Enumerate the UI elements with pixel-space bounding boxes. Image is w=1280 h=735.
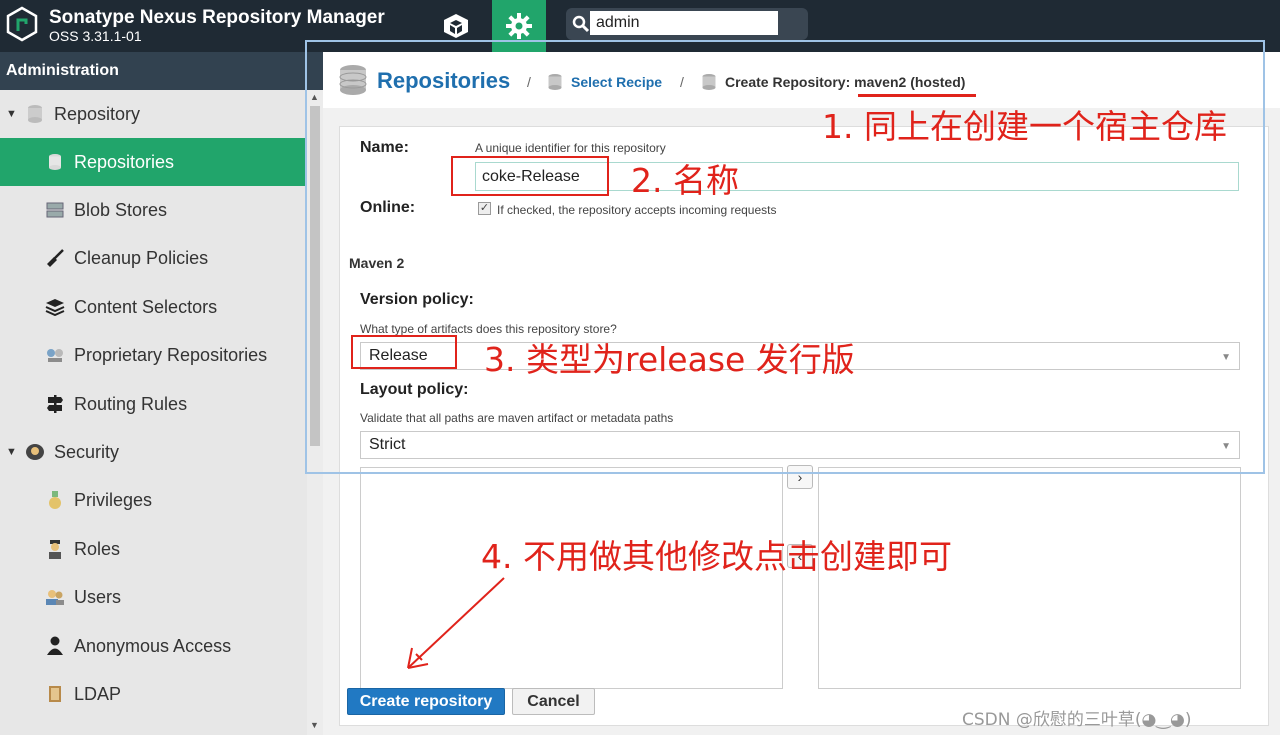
annotation-arrow-icon [407, 577, 505, 669]
scroll-thumb[interactable] [310, 106, 320, 446]
breadcrumb-current: Create Repository: maven2 (hosted) [725, 74, 965, 90]
person-icon [44, 635, 66, 657]
sidebar-scrollbar[interactable]: ▲ ▼ [307, 90, 323, 735]
sidebar-item-content-selectors[interactable]: Content Selectors [0, 283, 307, 331]
sidebar-item-label: Cleanup Policies [74, 247, 209, 268]
database-icon [702, 74, 716, 90]
sidebar-item-label: Repositories [74, 151, 175, 172]
broom-icon [44, 247, 66, 269]
nexus-logo-icon [6, 6, 38, 42]
app-title: Sonatype Nexus Repository Manager [49, 7, 385, 28]
sidebar-item-label: Users [74, 586, 122, 607]
scroll-down-icon[interactable]: ▼ [310, 720, 319, 730]
database-icon [339, 65, 367, 95]
sidebar-item-privileges[interactable]: Privileges [0, 476, 307, 524]
app-version: OSS 3.31.1-01 [49, 28, 142, 44]
signpost-icon [44, 393, 66, 415]
name-label: Name: [360, 139, 409, 156]
sidebar: Administration ▼ Repository Repositories… [0, 52, 323, 735]
sidebar-item-routing-rules[interactable]: Routing Rules [0, 380, 307, 428]
sidebar-item-label: Proprietary Repositories [74, 344, 268, 365]
sidebar-group-repository[interactable]: ▼ Repository [0, 90, 307, 138]
search-input[interactable] [590, 11, 778, 35]
sidebar-group-security[interactable]: ▼ Security [0, 428, 307, 476]
layers-icon [44, 296, 66, 318]
sidebar-item-blob-stores[interactable]: Blob Stores [0, 186, 307, 234]
sidebar-item-label: Content Selectors [74, 296, 218, 317]
role-icon [44, 538, 66, 560]
search-icon [572, 15, 590, 33]
annotation-3: 3. 类型为release 发行版 [484, 340, 855, 379]
breadcrumb-separator: / [527, 74, 531, 90]
breadcrumb-current-prefix: Create Repository: [725, 74, 851, 90]
top-header: Sonatype Nexus Repository Manager OSS 3.… [0, 0, 1280, 52]
gear-icon [506, 13, 532, 39]
sidebar-item-repositories[interactable]: Repositories [0, 138, 307, 186]
chevron-down-icon: ▼ [1221, 441, 1231, 452]
online-checkbox[interactable]: ✓ [478, 202, 491, 215]
maven-section-title: Maven 2 [349, 255, 405, 271]
sidebar-item-label: Security [54, 441, 120, 462]
browse-button[interactable] [432, 0, 480, 52]
annotation-underline [858, 94, 976, 97]
server-icon [44, 199, 66, 221]
sidebar-item-label: LDAP [74, 683, 122, 704]
sidebar-item-users[interactable]: Users [0, 573, 307, 621]
proprietary-icon [44, 344, 66, 366]
sidebar-item-anonymous-access[interactable]: Anonymous Access [0, 622, 307, 670]
users-icon [44, 586, 66, 608]
layout-policy-hint: Validate that all paths are maven artifa… [360, 411, 674, 425]
chevron-right-icon: › [797, 469, 803, 485]
annotation-2: 2. 名称 [631, 161, 739, 200]
online-label: Online: [360, 199, 416, 216]
sidebar-item-proprietary-repositories[interactable]: Proprietary Repositories [0, 331, 307, 379]
sidebar-item-label: Repository [54, 103, 141, 124]
selected-list[interactable] [818, 467, 1241, 689]
online-hint: If checked, the repository accepts incom… [497, 203, 777, 217]
sidebar-item-label: Blob Stores [74, 199, 168, 220]
sidebar-item-label: Anonymous Access [74, 635, 232, 656]
sidebar-item-label: Privileges [74, 489, 153, 510]
annotation-box-name [451, 156, 609, 196]
cancel-button[interactable]: Cancel [512, 688, 595, 715]
chevron-down-icon: ▼ [1221, 352, 1231, 363]
scroll-up-icon[interactable]: ▲ [310, 92, 319, 102]
breadcrumb-select-recipe[interactable]: Select Recipe [571, 74, 662, 90]
caret-down-icon: ▼ [6, 446, 17, 458]
annotation-1: 1. 同上在创建一个宿主仓库 [822, 107, 1227, 146]
page-title[interactable]: Repositories [377, 68, 510, 94]
name-hint: A unique identifier for this repository [475, 141, 666, 155]
sidebar-title: Administration [0, 52, 323, 90]
caret-down-icon: ▼ [6, 108, 17, 120]
layout-policy-select[interactable]: Strict ▼ [360, 431, 1240, 459]
sidebar-item-cleanup-policies[interactable]: Cleanup Policies [0, 234, 307, 282]
watermark: CSDN @欣慰的三叶草(◕‿◕) [962, 710, 1192, 730]
move-right-button[interactable]: › [787, 465, 813, 489]
database-icon [24, 103, 46, 125]
search-box [566, 8, 808, 40]
medal-icon [44, 489, 66, 511]
annotation-box-version [351, 335, 457, 369]
version-policy-label: Version policy: [360, 291, 474, 308]
annotation-4: 4. 不用做其他修改点击创建即可 [481, 537, 952, 576]
layout-policy-label: Layout policy: [360, 381, 469, 398]
admin-gear-button[interactable] [492, 0, 546, 52]
cube-icon [444, 14, 468, 38]
database-icon [548, 74, 562, 90]
breadcrumb-separator: / [680, 74, 684, 90]
sidebar-item-label: Routing Rules [74, 393, 188, 414]
create-repository-button[interactable]: Create repository [347, 688, 505, 715]
sidebar-item-roles[interactable]: Roles [0, 525, 307, 573]
security-icon [24, 441, 46, 463]
database-icon [44, 151, 66, 173]
breadcrumb-current-value: maven2 (hosted) [854, 74, 966, 90]
sidebar-item-ldap[interactable]: LDAP [0, 670, 307, 718]
book-icon [44, 683, 66, 705]
layout-policy-value: Strict [369, 436, 406, 453]
sidebar-item-label: Roles [74, 538, 121, 559]
